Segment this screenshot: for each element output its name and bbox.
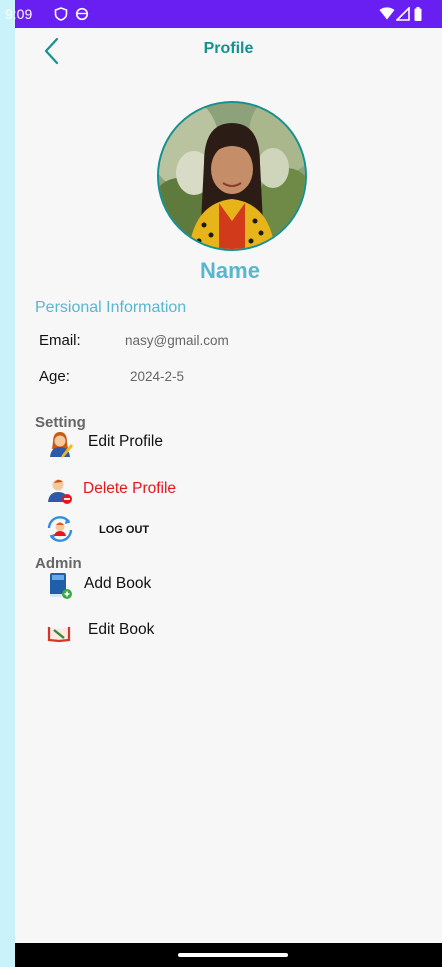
sync-icon	[75, 7, 89, 21]
log-out-label: LOG OUT	[99, 524, 150, 536]
delete-profile-label: Delete Profile	[83, 480, 177, 497]
edit-profile-label: Edit Profile	[88, 433, 163, 450]
age-value: 2024-2-5	[130, 369, 185, 384]
add-book-label: Add Book	[84, 575, 152, 592]
phone-screen: 9:09 Profile Name Persional Information …	[5, 0, 442, 967]
edit-book-label: Edit Book	[88, 621, 155, 638]
personal-info-heading: Persional Information	[35, 299, 187, 316]
edit-book-item[interactable]: Edit Book	[45, 616, 195, 646]
edit-profile-icon	[50, 432, 73, 458]
email-value: nasy@gmail.com	[125, 333, 229, 348]
edit-book-icon	[47, 627, 71, 643]
shield-icon	[54, 7, 68, 21]
log-out-icon	[47, 516, 73, 542]
add-book-icon	[50, 573, 72, 599]
add-book-item[interactable]: Add Book	[45, 570, 195, 600]
log-out-item[interactable]: LOG OUT	[45, 514, 185, 544]
page-title: Profile	[203, 40, 254, 57]
status-bar: 9:09	[5, 0, 442, 28]
home-handle[interactable]	[178, 953, 288, 957]
navigation-bar	[15, 943, 442, 967]
status-time: 9:09	[5, 6, 33, 22]
delete-profile-icon	[48, 479, 72, 504]
age-label: Age:	[39, 368, 70, 385]
avatar[interactable]	[157, 101, 307, 251]
profile-name: Name	[200, 258, 260, 283]
battery-icon	[414, 7, 422, 21]
wifi-icon	[379, 7, 395, 20]
avatar-photo	[159, 103, 305, 249]
edit-profile-item[interactable]: Edit Profile	[45, 428, 215, 458]
signal-icon	[396, 7, 410, 21]
delete-profile-item[interactable]: Delete Profile	[45, 475, 215, 505]
email-label: Email:	[39, 332, 81, 349]
